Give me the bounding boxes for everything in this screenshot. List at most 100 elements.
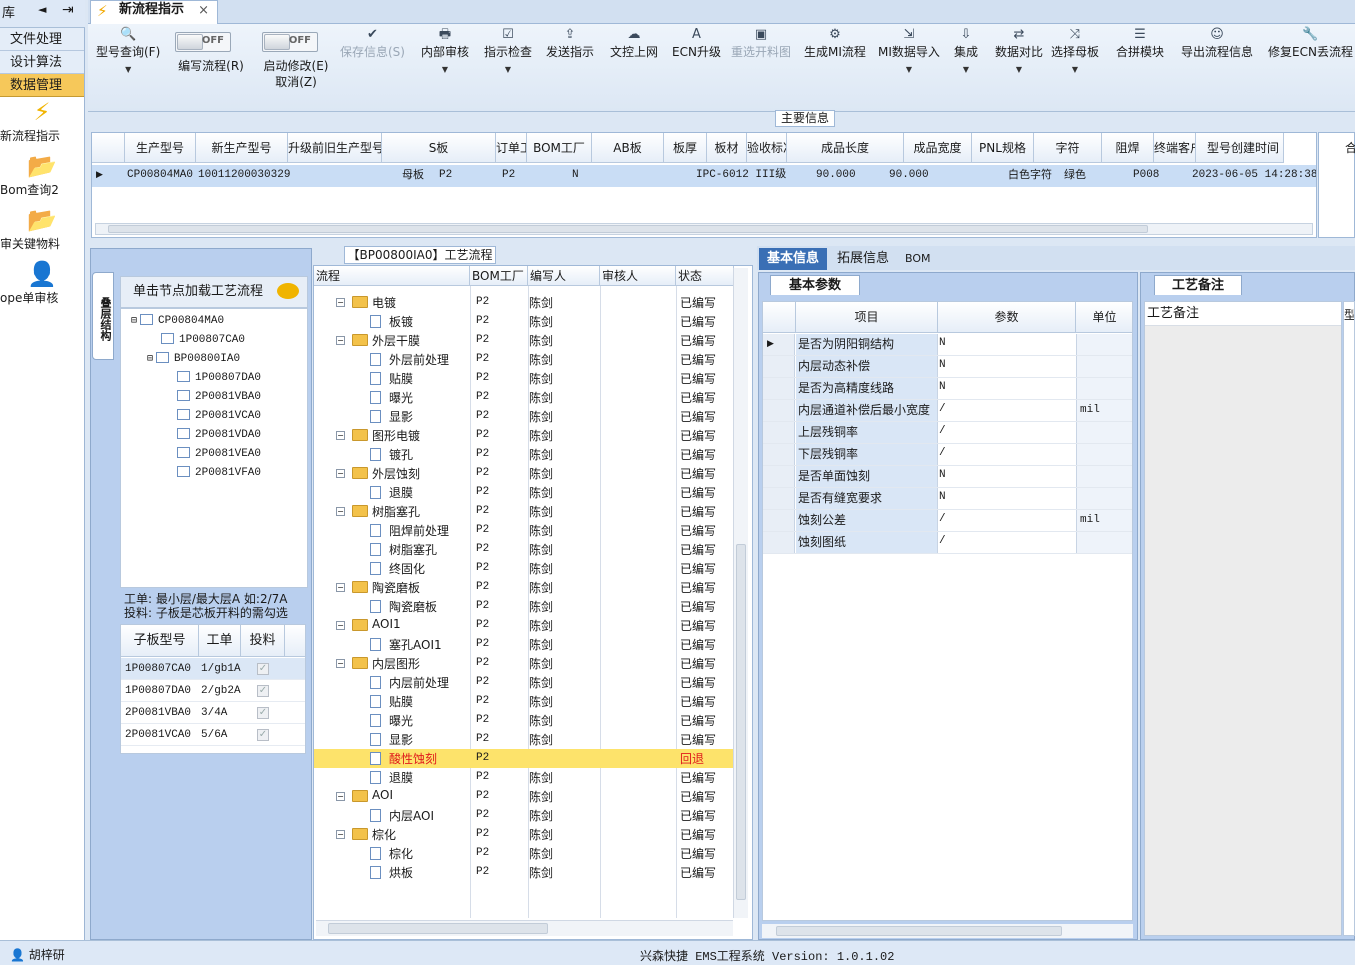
tree-node[interactable]: 2P0081VFA0: [177, 465, 261, 481]
tab-new-flow[interactable]: ⚡ 新流程指示 ×: [90, 0, 218, 24]
column-header[interactable]: 单位: [1076, 302, 1132, 333]
close-icon[interactable]: ×: [198, 2, 209, 20]
collapse-icon[interactable]: −: [336, 336, 345, 345]
collapse-icon[interactable]: −: [336, 298, 345, 307]
nav-item-1[interactable]: 📂 Bom查询2: [0, 151, 84, 205]
chevron-down-icon[interactable]: ▼: [484, 60, 532, 80]
scroll-thumb[interactable]: [328, 923, 548, 934]
toolbar-button-9[interactable]: ▣ 重选开料图: [731, 26, 791, 60]
column-header[interactable]: 成品宽度: [904, 133, 972, 163]
flow-hscrollbar[interactable]: [316, 920, 733, 936]
collapse-icon[interactable]: −: [336, 469, 345, 478]
column-header[interactable]: 字符: [1034, 133, 1102, 163]
collapse-icon[interactable]: −: [336, 830, 345, 839]
flow-row[interactable]: 贴膜 P2 陈剑 已编写: [314, 369, 734, 388]
params-hscrollbar[interactable]: [762, 924, 1133, 938]
toolbar-button-11[interactable]: ⇲ MI数据导入 ▼: [878, 26, 940, 80]
column-header[interactable]: 板材: [707, 133, 747, 163]
chevron-down-icon[interactable]: ▼: [878, 60, 940, 80]
tree-node[interactable]: 1P00807DA0: [177, 370, 261, 386]
flow-row[interactable]: − 外层干膜 P2 陈剑 已编写: [314, 331, 734, 350]
column-header[interactable]: 流程: [314, 266, 470, 286]
param-row[interactable]: 下层残铜率 /: [763, 444, 1132, 466]
scroll-thumb[interactable]: [108, 225, 1148, 233]
column-header[interactable]: 阻焊: [1102, 133, 1154, 163]
param-value[interactable]: N: [939, 337, 946, 349]
toolbar-button-15[interactable]: ☰ 合拼模块: [1116, 26, 1164, 60]
main-info-hscrollbar[interactable]: [95, 223, 1313, 235]
column-header[interactable]: BOM工厂: [527, 133, 592, 163]
expander-icon[interactable]: ⊟: [147, 354, 153, 365]
param-row[interactable]: 是否为高精度线路 N: [763, 378, 1132, 400]
column-header[interactable]: BOM工厂: [470, 266, 528, 286]
param-row[interactable]: 内层动态补偿 N: [763, 356, 1132, 378]
column-header[interactable]: AB板: [592, 133, 664, 163]
toolbar-button-8[interactable]: A ECN升级: [672, 26, 721, 60]
sub-board-row[interactable]: 1P00807CA0 1/gb1A ✓: [121, 658, 305, 680]
pin-icon[interactable]: ⇥: [62, 2, 74, 18]
tree-node[interactable]: 2P0081VEA0: [177, 446, 261, 462]
param-row[interactable]: 蚀刻图纸 /: [763, 532, 1132, 554]
chevron-down-icon[interactable]: ▼: [995, 60, 1043, 80]
param-row[interactable]: 内层通道补偿后最小宽度 / mil: [763, 400, 1132, 422]
nav-item-3[interactable]: 👤 ope单审核: [0, 259, 84, 313]
column-header[interactable]: 编写人: [528, 266, 600, 286]
param-value[interactable]: /: [939, 425, 946, 437]
toolbar-button-4[interactable]: 🖶 内部审核 ▼: [421, 26, 469, 80]
flow-row[interactable]: 外层前处理 P2 陈剑 已编写: [314, 350, 734, 369]
scroll-thumb[interactable]: [736, 544, 746, 900]
chevron-down-icon[interactable]: ▼: [954, 60, 978, 80]
tab-basic-info[interactable]: 基本信息: [759, 248, 828, 270]
param-value[interactable]: /: [939, 535, 946, 547]
tab-extended-info[interactable]: 拓展信息: [829, 248, 897, 270]
flow-row[interactable]: 内层AOI P2 陈剑 已编写: [314, 806, 734, 825]
flow-row[interactable]: 曝光 P2 陈剑 已编写: [314, 711, 734, 730]
toolbar-button-13[interactable]: ⇄ 数据对比 ▼: [995, 26, 1043, 80]
toolbar-button-3[interactable]: ✔ 保存信息(S): [340, 26, 405, 60]
nav-item-0[interactable]: ⚡ 新流程指示: [0, 97, 84, 151]
nav-item-2[interactable]: 📂 审关键物料: [0, 205, 84, 259]
feed-checkbox[interactable]: ✓: [257, 707, 269, 719]
flow-row[interactable]: 镀孔 P2 陈剑 已编写: [314, 445, 734, 464]
toolbar-button-6[interactable]: ⇪ 发送指示: [546, 26, 594, 60]
flow-row[interactable]: 贴膜 P2 陈剑 已编写: [314, 692, 734, 711]
flow-row[interactable]: − 内层图形 P2 陈剑 已编写: [314, 654, 734, 673]
tree-node[interactable]: 2P0081VBA0: [177, 389, 261, 405]
feed-checkbox[interactable]: ✓: [257, 729, 269, 741]
toolbar-button-10[interactable]: ⚙ 生成MI流程: [804, 26, 866, 60]
column-header[interactable]: 生产型号: [125, 133, 196, 163]
collapse-arrow-icon[interactable]: ◄: [38, 3, 46, 16]
flow-row[interactable]: 板镀 P2 陈剑 已编写: [314, 312, 734, 331]
flow-row[interactable]: 酸性蚀刻 P2 回退: [314, 749, 734, 768]
flow-row[interactable]: 烘板 P2 陈剑 已编写: [314, 863, 734, 882]
nav-button-2[interactable]: 数据管理: [0, 74, 84, 97]
column-header[interactable]: 升级前旧生产型号: [288, 133, 382, 163]
nav-button-1[interactable]: 设计算法: [0, 51, 84, 74]
collapse-icon[interactable]: −: [336, 792, 345, 801]
tab-bom[interactable]: BOM: [897, 248, 939, 270]
toolbar-button-17[interactable]: 🔧 修复ECN丢流程: [1268, 26, 1353, 60]
toolbar-button-0[interactable]: 🔍 型号查询(F) ▼: [96, 26, 160, 80]
column-header[interactable]: 子板型号: [121, 625, 199, 657]
flow-row[interactable]: 退膜 P2 陈剑 已编写: [314, 768, 734, 787]
flow-row[interactable]: 陶瓷磨板 P2 陈剑 已编写: [314, 597, 734, 616]
scroll-thumb[interactable]: [776, 926, 1062, 936]
feed-checkbox[interactable]: ✓: [257, 663, 269, 675]
toolbar-button-5[interactable]: ☑ 指示检查 ▼: [484, 26, 532, 80]
flow-row[interactable]: − 电镀 P2 陈剑 已编写: [314, 293, 734, 312]
param-value[interactable]: /: [939, 447, 946, 459]
collapse-icon[interactable]: −: [336, 507, 345, 516]
flow-row[interactable]: − 树脂塞孔 P2 陈剑 已编写: [314, 502, 734, 521]
flow-row[interactable]: − 陶瓷磨板 P2 陈剑 已编写: [314, 578, 734, 597]
chevron-down-icon[interactable]: ▼: [1051, 60, 1099, 80]
sub-board-row[interactable]: 2P0081VCA0 5/6A ✓: [121, 724, 305, 746]
column-header[interactable]: S板: [382, 133, 496, 163]
toolbar-button-16[interactable]: ☺ 导出流程信息: [1181, 26, 1253, 60]
toggle-switch[interactable]: OFF: [262, 32, 318, 52]
flow-row[interactable]: 终固化 P2 陈剑 已编写: [314, 559, 734, 578]
chevron-down-icon[interactable]: ▼: [96, 60, 160, 80]
column-header[interactable]: 验收标准: [747, 133, 787, 163]
param-value[interactable]: N: [939, 381, 946, 393]
column-header[interactable]: 成品长度: [787, 133, 904, 163]
flow-row[interactable]: 退膜 P2 陈剑 已编写: [314, 483, 734, 502]
